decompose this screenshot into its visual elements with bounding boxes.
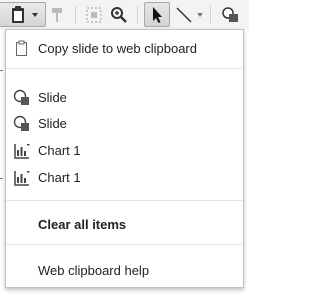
clipboard-item-label: Slide bbox=[38, 115, 67, 131]
paint-format-button[interactable] bbox=[46, 2, 68, 27]
web-clipboard-help-label: Web clipboard help bbox=[38, 262, 150, 278]
clipboard-icon bbox=[12, 5, 24, 23]
clipboard-copy-icon bbox=[16, 40, 27, 56]
line-button[interactable] bbox=[172, 2, 206, 27]
web-clipboard-button[interactable] bbox=[0, 2, 46, 27]
chevron-down-icon bbox=[197, 12, 203, 17]
ruler-mark bbox=[0, 70, 3, 71]
clipboard-item-label: Slide bbox=[38, 89, 67, 105]
menu-separator bbox=[6, 200, 243, 201]
clipboard-item-slide[interactable]: Slide bbox=[6, 110, 243, 136]
select-region-button[interactable] bbox=[82, 2, 106, 27]
toolbar bbox=[0, 0, 249, 30]
clipboard-item-slide[interactable]: Slide bbox=[6, 84, 243, 110]
slide-icon bbox=[13, 115, 29, 131]
clipboard-item-chart[interactable]: Chart 1 bbox=[6, 137, 243, 163]
toolbar-separator bbox=[137, 6, 138, 24]
select-cursor-icon bbox=[153, 6, 162, 23]
line-icon bbox=[176, 6, 192, 23]
menu-separator bbox=[6, 68, 243, 69]
copy-slide-menu-item[interactable]: Copy slide to web clipboard bbox=[6, 35, 243, 61]
clear-all-items-menu-item[interactable]: Clear all items bbox=[6, 211, 243, 237]
web-clipboard-menu: Copy slide to web clipboard Slide Slide … bbox=[5, 29, 244, 288]
slide-icon bbox=[13, 89, 29, 105]
zoom-button[interactable] bbox=[108, 2, 130, 27]
clipboard-item-chart[interactable]: Chart 1 bbox=[6, 164, 243, 190]
web-clipboard-help-menu-item[interactable]: Web clipboard help bbox=[6, 257, 243, 283]
zoom-icon bbox=[111, 6, 127, 23]
chevron-down-icon bbox=[32, 12, 38, 17]
select-region-icon bbox=[86, 6, 102, 23]
shape-icon bbox=[222, 6, 238, 22]
ruler-mark bbox=[0, 178, 3, 179]
chart-icon bbox=[14, 171, 30, 186]
clipboard-item-label: Chart 1 bbox=[38, 142, 81, 158]
menu-separator bbox=[6, 244, 243, 245]
shape-button[interactable] bbox=[216, 2, 246, 27]
toolbar-separator bbox=[75, 6, 76, 24]
paint-format-icon bbox=[52, 7, 62, 22]
copy-slide-label: Copy slide to web clipboard bbox=[38, 40, 197, 56]
clipboard-item-label: Chart 1 bbox=[38, 169, 81, 185]
toolbar-separator bbox=[210, 6, 211, 24]
select-button[interactable] bbox=[144, 2, 170, 27]
clear-all-items-label: Clear all items bbox=[38, 216, 127, 232]
chart-icon bbox=[14, 144, 30, 159]
